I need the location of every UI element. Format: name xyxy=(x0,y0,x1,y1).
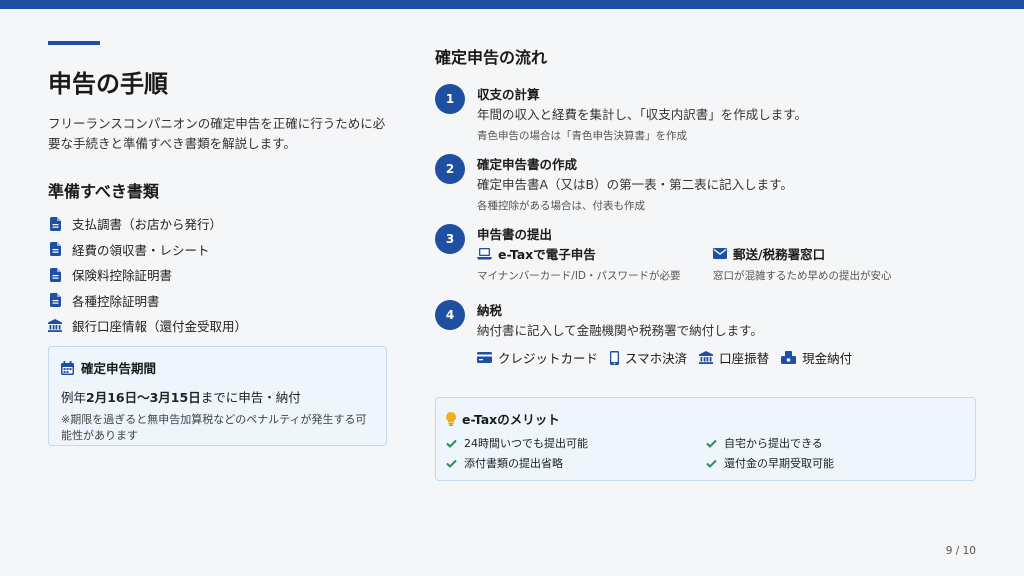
submission-option-etax: e-Taxで電子申告 マイナンバーカード/ID・パスワードが必要 xyxy=(477,244,713,283)
period-line: 例年2月16日〜3月15日までに申告・納付 xyxy=(61,387,374,406)
top-accent-bar xyxy=(0,0,1024,9)
document-label: 経費の領収書・レシート xyxy=(72,242,210,258)
merit-item: 添付書類の提出省略 xyxy=(446,455,706,471)
payment-method: 口座振替 xyxy=(699,348,769,367)
credit-card-icon xyxy=(477,352,492,363)
payment-method: クレジットカード xyxy=(477,348,598,367)
period-header: 確定申告期間 xyxy=(61,358,374,377)
filing-period-panel: 確定申告期間 例年2月16日〜3月15日までに申告・納付 ※期限を過ぎると無申告… xyxy=(48,346,387,446)
submission-option-note: マイナンバーカード/ID・パスワードが必要 xyxy=(477,270,681,282)
submission-option-label: e-Taxで電子申告 xyxy=(498,247,596,262)
laptop-icon xyxy=(477,247,492,260)
period-dates: 2月16日〜3月15日 xyxy=(86,390,201,405)
page-indicator: 9 / 10 xyxy=(945,545,976,557)
document-item: 保険料控除証明書 xyxy=(48,262,247,288)
step-number: 2 xyxy=(435,154,465,184)
step-title: 申告書の提出 xyxy=(477,227,553,242)
submission-option-label: 郵送/税務署窓口 xyxy=(733,247,826,262)
page-title: 申告の手順 xyxy=(48,70,168,98)
document-icon xyxy=(48,267,62,282)
smartphone-icon xyxy=(610,350,620,365)
merit-label: 24時間いつでも提出可能 xyxy=(464,437,588,450)
submission-option-mail: 郵送/税務署窓口 窓口が混雑するため早めの提出が安心 xyxy=(713,244,949,283)
document-item: 各種控除証明書 xyxy=(48,288,247,314)
merit-item: 自宅から提出できる xyxy=(706,435,966,451)
merit-label: 添付書類の提出省略 xyxy=(464,457,563,470)
merit-label: 自宅から提出できる xyxy=(724,437,823,450)
document-icon xyxy=(48,216,62,231)
bank-icon xyxy=(699,351,714,364)
step-note: 青色申告の場合は「青色申告決算書」を作成 xyxy=(477,130,687,142)
documents-list: 支払調書（お店から発行） 経費の領収書・レシート 保険料控除証明書 各種控除証明… xyxy=(48,211,247,339)
period-prefix: 例年 xyxy=(61,390,87,405)
submission-option-note: 窓口が混雑するため早めの提出が安心 xyxy=(713,270,892,282)
payment-label: 現金納付 xyxy=(802,351,853,366)
payment-methods: クレジットカード スマホ決済 口座振替 現金納付 xyxy=(477,348,977,367)
period-suffix: までに申告・納付 xyxy=(200,390,301,405)
check-icon xyxy=(446,459,457,468)
document-icon xyxy=(48,242,62,257)
merit-item: 24時間いつでも提出可能 xyxy=(446,435,706,451)
document-item: 支払調書（お店から発行） xyxy=(48,211,247,237)
check-icon xyxy=(706,439,717,448)
period-note: ※期限を過ぎると無申告加算税などのペナルティが発生する可能性があります xyxy=(61,413,367,442)
merit-heading: e-Taxのメリット xyxy=(462,412,560,427)
step-description: 確定申告書A（又はB）の第一表・第二表に記入します。 xyxy=(477,177,793,192)
merit-item: 還付金の早期受取可能 xyxy=(706,455,966,471)
document-label: 保険料控除証明書 xyxy=(72,268,173,284)
period-heading: 確定申告期間 xyxy=(81,361,157,376)
title-accent-line xyxy=(48,41,100,45)
cash-icon xyxy=(781,351,797,364)
mail-icon xyxy=(713,248,727,259)
merit-label: 還付金の早期受取可能 xyxy=(724,457,834,470)
check-icon xyxy=(706,459,717,468)
calendar-icon xyxy=(61,360,74,375)
submission-options: e-Taxで電子申告 マイナンバーカード/ID・パスワードが必要 郵送/税務署窓… xyxy=(477,244,977,283)
document-label: 各種控除証明書 xyxy=(72,293,160,309)
step-title: 収支の計算 xyxy=(477,87,540,102)
step-description: 納付書に記入して金融機関や税務署で納付します。 xyxy=(477,323,763,338)
documents-heading: 準備すべき書類 xyxy=(48,182,159,201)
step-title: 納税 xyxy=(477,303,503,318)
payment-method: 現金納付 xyxy=(781,348,852,367)
payment-label: クレジットカード xyxy=(498,351,599,366)
document-item: 銀行口座情報（還付金受取用） xyxy=(48,313,247,339)
step-number: 3 xyxy=(435,224,465,254)
step-description: 年間の収入と経費を集計し、「収支内訳書」を作成します。 xyxy=(477,107,808,122)
step-number: 1 xyxy=(435,84,465,114)
payment-label: 口座振替 xyxy=(719,351,770,366)
merit-header: e-Taxのメリット xyxy=(446,409,965,428)
flow-heading: 確定申告の流れ xyxy=(435,48,548,67)
document-item: 経費の領収書・レシート xyxy=(48,237,247,263)
payment-label: スマホ決済 xyxy=(625,351,688,366)
intro-text: フリーランスコンパニオンの確定申告を正確に行うために必要な手続きと準備すべき書類… xyxy=(48,116,386,151)
document-icon xyxy=(48,293,62,308)
step-note: 各種控除がある場合は、付表も作成 xyxy=(477,200,645,212)
bank-icon xyxy=(48,319,62,333)
step-number: 4 xyxy=(435,300,465,330)
document-label: 支払調書（お店から発行） xyxy=(72,217,223,233)
step-title: 確定申告書の作成 xyxy=(477,157,578,172)
merit-list: 24時間いつでも提出可能 自宅から提出できる 添付書類の提出省略 還付金の早期受… xyxy=(446,435,965,471)
document-label: 銀行口座情報（還付金受取用） xyxy=(72,319,248,335)
check-icon xyxy=(446,439,457,448)
etax-merit-panel: e-Taxのメリット 24時間いつでも提出可能 自宅から提出できる 添付書類の提… xyxy=(435,397,976,481)
payment-method: スマホ決済 xyxy=(610,348,687,367)
lightbulb-icon xyxy=(446,411,456,426)
